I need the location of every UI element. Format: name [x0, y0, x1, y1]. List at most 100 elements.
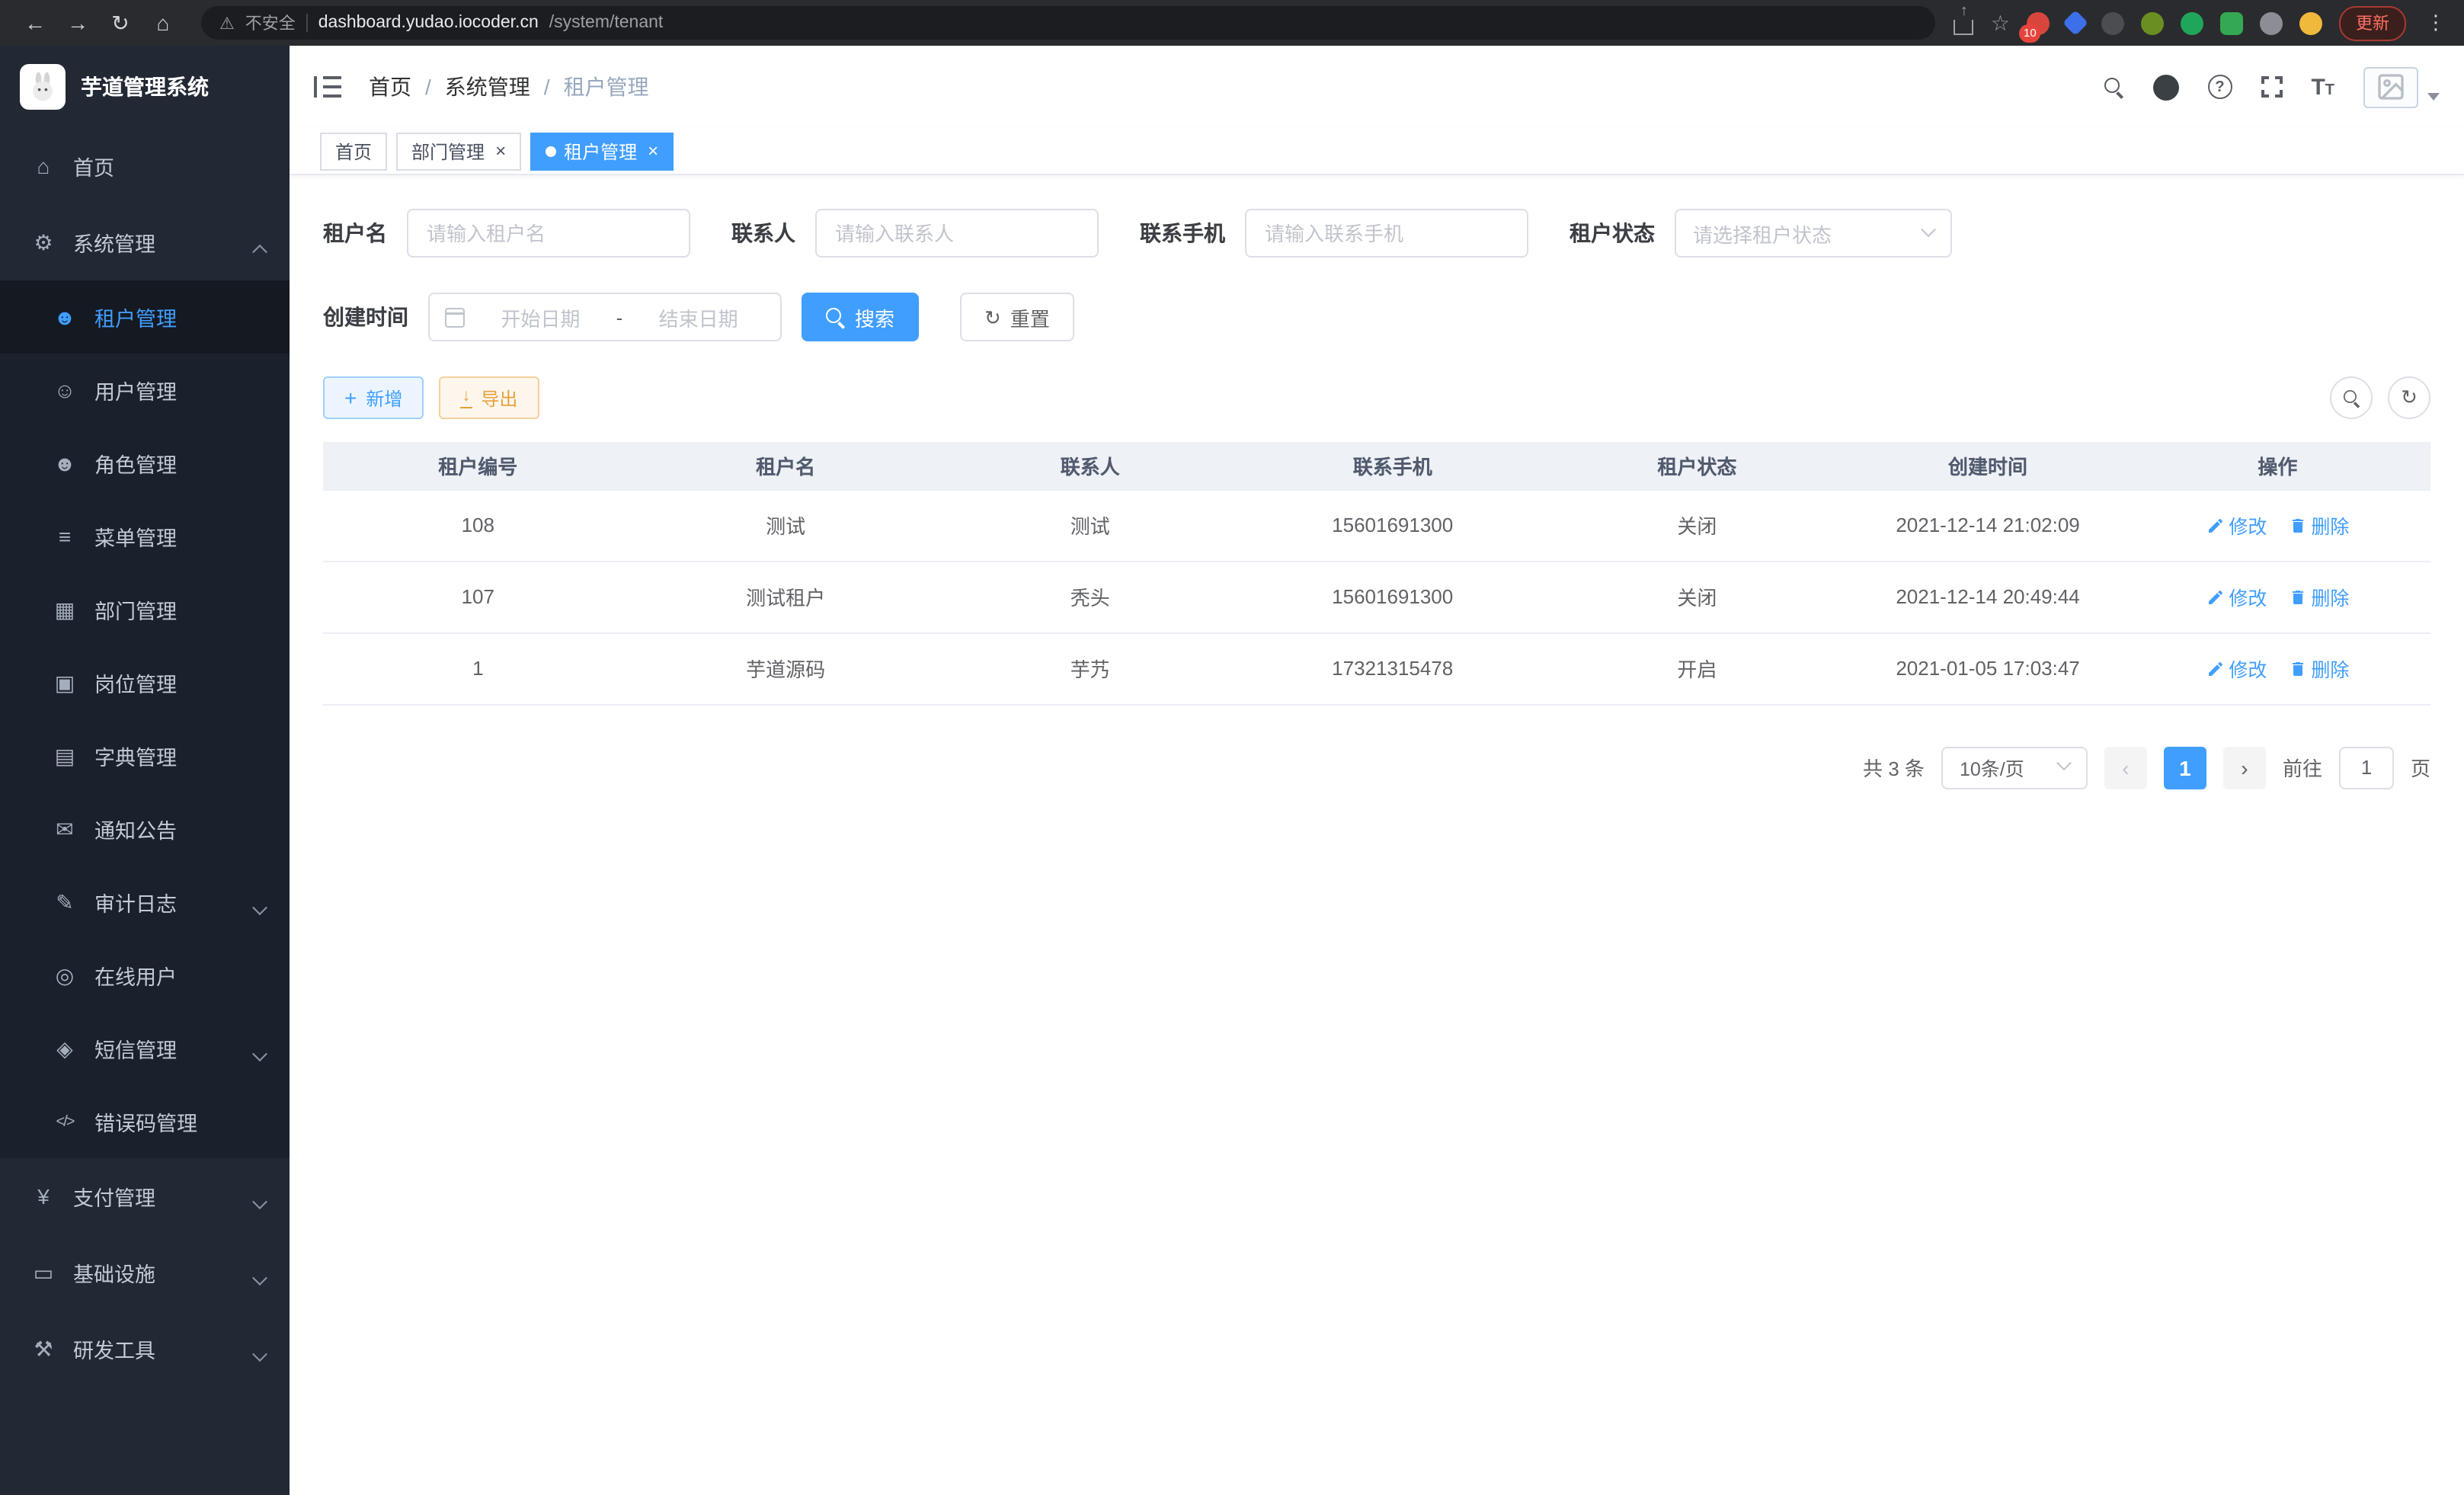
fullscreen-icon[interactable]: [2261, 76, 2282, 98]
sidebar-item-label: 研发工具: [73, 1333, 155, 1364]
department-icon: ▦: [52, 597, 78, 623]
mobile-input[interactable]: [1245, 209, 1528, 258]
sidebar-collapse-icon[interactable]: [314, 76, 341, 98]
browser-menu-icon[interactable]: ⋮: [2423, 11, 2449, 35]
extension-icon[interactable]: [2181, 11, 2203, 34]
sidebar-item-error-code-management[interactable]: </> 错误码管理: [0, 1085, 290, 1158]
column-header: 联系人: [939, 442, 1242, 489]
audit-log-icon: ✎: [52, 889, 78, 915]
browser-home-icon[interactable]: ⌂: [143, 5, 183, 41]
font-size-icon[interactable]: TT: [2311, 74, 2334, 100]
online-users-icon: ◎: [52, 962, 78, 988]
extension-icon[interactable]: [2101, 11, 2124, 34]
sidebar-item-menu-management[interactable]: ≡ 菜单管理: [0, 500, 290, 573]
contact-input[interactable]: [815, 209, 1099, 258]
tab-home[interactable]: 首页: [320, 132, 387, 170]
avatar[interactable]: [2363, 66, 2418, 107]
sidebar-item-infrastructure[interactable]: ▭ 基础设施: [0, 1234, 290, 1311]
prev-page-button[interactable]: ‹: [2104, 746, 2147, 789]
sidebar-item-user-management[interactable]: ☺ 用户管理: [0, 354, 290, 427]
sidebar-item-label: 首页: [73, 151, 114, 181]
tenant-name-input[interactable]: [407, 209, 690, 258]
user-menu[interactable]: [2363, 66, 2440, 107]
extension-icon[interactable]: [2220, 11, 2243, 34]
sidebar-item-role-management[interactable]: ☻ 角色管理: [0, 427, 290, 500]
edit-link[interactable]: 修改: [2206, 511, 2267, 539]
sidebar-item-online-users[interactable]: ◎ 在线用户: [0, 939, 290, 1012]
mobile-cell: 15601691300: [1242, 561, 1544, 632]
sidebar-item-system-management[interactable]: ⚙ 系统管理: [0, 204, 290, 280]
page-button-1[interactable]: 1: [2164, 746, 2206, 789]
extension-icon[interactable]: [2062, 10, 2088, 36]
pagination: 共 3 条 10条/页 ‹ 1 › 前往 页: [323, 746, 2430, 789]
created-cell: 2021-12-14 21:02:09: [1851, 489, 2125, 561]
delete-link[interactable]: 删除: [2288, 582, 2349, 611]
sidebar-item-tenant-management[interactable]: ☻ 租户管理: [0, 280, 290, 354]
table-header-row: 租户编号 租户名 联系人 联系手机 租户状态 创建时间 操作: [323, 442, 2430, 489]
sidebar-item-home[interactable]: ⌂ 首页: [0, 128, 290, 204]
close-icon[interactable]: ×: [495, 142, 506, 160]
sidebar-item-dev-tools[interactable]: ⚒ 研发工具: [0, 1311, 290, 1387]
sidebar-item-dict-management[interactable]: ▤ 字典管理: [0, 719, 290, 792]
url-host: dashboard.yudao.iocoder.cn: [318, 14, 539, 32]
breadcrumb-system-management[interactable]: 系统管理: [445, 72, 530, 102]
mobile-label: 联系手机: [1140, 218, 1225, 248]
plus-icon: +: [344, 387, 357, 408]
column-header: 租户名: [633, 442, 939, 489]
table-row: 107 测试租户 秃头 15601691300 关闭 2021-12-14 20…: [323, 561, 2430, 632]
browser-reload-icon[interactable]: ↻: [101, 5, 140, 41]
goto-page-input[interactable]: [2339, 746, 2394, 789]
sidebar-item-audit-log[interactable]: ✎ 审计日志: [0, 866, 290, 939]
chevron-down-icon[interactable]: [2427, 92, 2440, 100]
close-icon[interactable]: ×: [648, 142, 658, 160]
help-icon[interactable]: ?: [2207, 75, 2232, 99]
page-size-value: 10条/页: [1960, 753, 2024, 782]
download-icon: ↓: [460, 388, 472, 408]
bookmark-star-icon[interactable]: ☆: [1991, 10, 2010, 36]
add-button[interactable]: + 新增: [323, 376, 424, 419]
extension-icon[interactable]: [2299, 11, 2322, 34]
extensions-puzzle-icon[interactable]: [2260, 11, 2283, 34]
toggle-search-button[interactable]: [2330, 376, 2373, 419]
tab-tenant-management[interactable]: 租户管理 ×: [530, 132, 674, 170]
sidebar-item-notice[interactable]: ✉ 通知公告: [0, 792, 290, 866]
github-icon[interactable]: [2152, 74, 2178, 100]
logo-area[interactable]: 芋道管理系统: [0, 46, 290, 128]
tenant-id-cell: 108: [323, 489, 633, 561]
tenants-icon: ☻: [52, 305, 78, 329]
share-icon[interactable]: ↑: [1954, 20, 1974, 35]
delete-link[interactable]: 删除: [2288, 511, 2349, 539]
browser-forward-icon[interactable]: →: [58, 5, 98, 41]
date-range-separator: -: [616, 306, 623, 328]
total-count: 共 3 条: [1863, 753, 1925, 782]
sidebar-item-payment-management[interactable]: ¥ 支付管理: [0, 1158, 290, 1234]
tab-dept-management[interactable]: 部门管理 ×: [396, 132, 521, 170]
browser-update-button[interactable]: 更新: [2339, 5, 2406, 40]
sidebar-item-post-management[interactable]: ▣ 岗位管理: [0, 646, 290, 719]
address-bar[interactable]: ⚠ 不安全 dashboard.yudao.iocoder.cn/system/…: [201, 6, 1936, 40]
search-icon[interactable]: [2104, 77, 2123, 97]
reset-button[interactable]: ↻ 重置: [960, 293, 1074, 341]
sidebar-item-label: 系统管理: [73, 227, 155, 258]
edit-link[interactable]: 修改: [2206, 654, 2267, 683]
breadcrumb-current: 租户管理: [564, 72, 649, 102]
refresh-table-button[interactable]: ↻: [2388, 376, 2430, 419]
next-page-button[interactable]: ›: [2223, 746, 2266, 789]
sidebar-item-dept-management[interactable]: ▦ 部门管理: [0, 573, 290, 646]
delete-link[interactable]: 删除: [2288, 654, 2349, 683]
browser-back-icon[interactable]: ←: [15, 5, 55, 41]
page-size-select[interactable]: 10条/页: [1941, 746, 2088, 789]
edit-link[interactable]: 修改: [2206, 582, 2267, 611]
breadcrumb-home[interactable]: 首页: [369, 72, 411, 102]
sidebar-item-sms-management[interactable]: ◈ 短信管理: [0, 1012, 290, 1085]
extension-icon[interactable]: [2141, 11, 2164, 34]
extension-icon[interactable]: 10: [2027, 11, 2050, 34]
export-button[interactable]: ↓ 导出: [439, 376, 539, 419]
tenant-status-select[interactable]: 请选择租户状态: [1675, 209, 1952, 258]
sidebar-item-label: 支付管理: [73, 1181, 155, 1212]
goto-label: 前往: [2283, 753, 2322, 782]
create-time-range-picker[interactable]: 开始日期 - 结束日期: [428, 293, 782, 341]
breadcrumb: 首页 / 系统管理 / 租户管理: [369, 72, 649, 102]
search-button[interactable]: 搜索: [802, 293, 919, 341]
chevron-down-icon: [252, 900, 267, 915]
